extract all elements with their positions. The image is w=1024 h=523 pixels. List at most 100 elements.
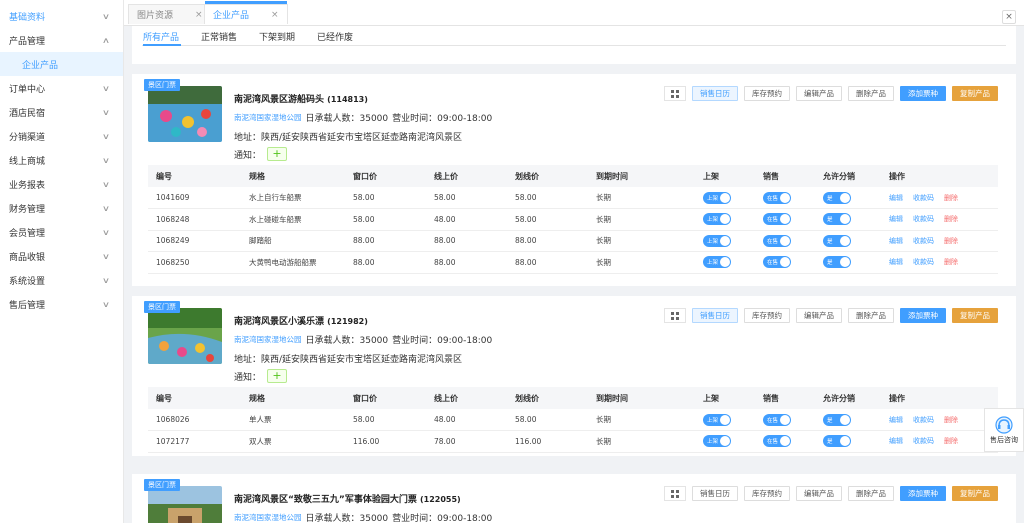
- sale-toggle[interactable]: 在售: [763, 213, 791, 226]
- after-sales-consult-button[interactable]: 售后咨询: [984, 408, 1024, 452]
- delete-product-button[interactable]: 删除产品: [848, 86, 894, 101]
- copy-product-button[interactable]: 复制产品: [952, 308, 998, 323]
- delete-product-button[interactable]: 删除产品: [848, 486, 894, 501]
- distribution-toggle[interactable]: 是: [823, 256, 851, 269]
- cell-expire: 长期: [588, 208, 695, 231]
- payment-code-link[interactable]: 收款码: [913, 215, 934, 223]
- on-shelf-toggle[interactable]: 上架: [703, 413, 731, 426]
- add-ticket-type-button[interactable]: 添加票种: [900, 486, 946, 501]
- park-link[interactable]: 南泥湾国家湿地公园: [234, 334, 302, 345]
- subtab-all[interactable]: 所有产品: [143, 30, 179, 43]
- sales-calendar-button[interactable]: 销售日历: [692, 486, 738, 501]
- close-icon[interactable]: ×: [195, 10, 203, 20]
- product-card: 景区门票 南泥湾风景区小溪乐漂 (121982) 南泥湾国家湿地公园 日承载人数：…: [132, 296, 1016, 456]
- sidebar-item-reports[interactable]: 业务报表 ∨: [0, 172, 123, 196]
- delete-link[interactable]: 删除: [944, 237, 958, 245]
- sales-calendar-button[interactable]: 销售日历: [692, 86, 738, 101]
- inventory-booking-button[interactable]: 库存预约: [744, 486, 790, 501]
- sidebar-item-members[interactable]: 会员管理 ∨: [0, 220, 123, 244]
- sale-toggle[interactable]: 在售: [763, 256, 791, 269]
- qrcode-icon[interactable]: [664, 86, 686, 101]
- payment-code-link[interactable]: 收款码: [913, 194, 934, 202]
- qrcode-icon[interactable]: [664, 486, 686, 501]
- product-image[interactable]: [148, 486, 222, 523]
- distribution-toggle[interactable]: 是: [823, 191, 851, 204]
- payment-code-link[interactable]: 收款码: [913, 258, 934, 266]
- on-shelf-toggle[interactable]: 上架: [703, 191, 731, 204]
- sale-toggle[interactable]: 在售: [763, 191, 791, 204]
- sidebar-item-enterprise-products[interactable]: 企业产品: [0, 52, 123, 76]
- sales-calendar-button[interactable]: 销售日历: [692, 308, 738, 323]
- sale-toggle[interactable]: 在售: [763, 413, 791, 426]
- product-filter-tabs: 所有产品 正常销售 下架到期 已经作废: [132, 26, 1016, 64]
- product-id: (114813): [327, 95, 368, 104]
- sidebar-item-settings[interactable]: 系统设置 ∨: [0, 268, 123, 292]
- sidebar-item-finance[interactable]: 财务管理 ∨: [0, 196, 123, 220]
- subtab-on-sale[interactable]: 正常销售: [201, 30, 237, 43]
- add-ticket-type-button[interactable]: 添加票种: [900, 308, 946, 323]
- subtab-expired[interactable]: 下架到期: [259, 30, 295, 43]
- qrcode-icon[interactable]: [664, 308, 686, 323]
- on-shelf-toggle[interactable]: 上架: [703, 256, 731, 269]
- park-link[interactable]: 南泥湾国家湿地公园: [234, 112, 302, 123]
- on-shelf-toggle[interactable]: 上架: [703, 234, 731, 247]
- delete-link[interactable]: 删除: [944, 416, 958, 424]
- sidebar-item-cashier[interactable]: 商品收银 ∨: [0, 244, 123, 268]
- distribution-toggle[interactable]: 是: [823, 234, 851, 247]
- delete-link[interactable]: 删除: [944, 215, 958, 223]
- delete-link[interactable]: 删除: [944, 437, 958, 445]
- delete-product-button[interactable]: 删除产品: [848, 308, 894, 323]
- product-image[interactable]: [148, 308, 222, 364]
- sale-toggle[interactable]: 在售: [763, 234, 791, 247]
- inventory-booking-button[interactable]: 库存预约: [744, 308, 790, 323]
- sidebar-item-after-sales[interactable]: 售后管理 ∨: [0, 292, 123, 316]
- delete-link[interactable]: 删除: [944, 194, 958, 202]
- tab-image-resources[interactable]: 图片资源 ×: [128, 4, 212, 24]
- sidebar-item-basic-data[interactable]: 基础资料 ∨: [0, 4, 123, 28]
- cell-strike-price: 58.00: [507, 409, 588, 431]
- payment-code-link[interactable]: 收款码: [913, 437, 934, 445]
- edit-product-button[interactable]: 编辑产品: [796, 486, 842, 501]
- tab-enterprise-products[interactable]: 企业产品 ×: [204, 1, 288, 24]
- sidebar-item-orders[interactable]: 订单中心 ∨: [0, 76, 123, 100]
- on-shelf-toggle[interactable]: 上架: [703, 213, 731, 226]
- sale-toggle[interactable]: 在售: [763, 435, 791, 448]
- edit-product-button[interactable]: 编辑产品: [796, 86, 842, 101]
- chevron-down-icon: ∨: [101, 131, 111, 141]
- product-address: 地址：陕西/延安陕西省延安市宝塔区延壶路南泥湾风景区: [234, 355, 463, 365]
- payment-code-link[interactable]: 收款码: [913, 237, 934, 245]
- sidebar-item-product-management[interactable]: 产品管理 ∧: [0, 28, 123, 52]
- close-all-tabs-button[interactable]: ×: [1002, 10, 1016, 24]
- cell-strike-price: 116.00: [507, 430, 588, 453]
- edit-link[interactable]: 编辑: [889, 437, 903, 445]
- distribution-toggle[interactable]: 是: [823, 435, 851, 448]
- edit-link[interactable]: 编辑: [889, 194, 903, 202]
- add-notice-button[interactable]: +: [267, 147, 288, 161]
- edit-link[interactable]: 编辑: [889, 416, 903, 424]
- product-image[interactable]: [148, 86, 222, 142]
- copy-product-button[interactable]: 复制产品: [952, 86, 998, 101]
- product-name: 南泥湾风景区小溪乐漂: [234, 317, 325, 327]
- cell-window-price: 88.00: [345, 251, 426, 274]
- edit-product-button[interactable]: 编辑产品: [796, 308, 842, 323]
- edit-link[interactable]: 编辑: [889, 237, 903, 245]
- edit-link[interactable]: 编辑: [889, 258, 903, 266]
- on-shelf-toggle[interactable]: 上架: [703, 435, 731, 448]
- payment-code-link[interactable]: 收款码: [913, 416, 934, 424]
- sidebar-item-distribution[interactable]: 分销渠道 ∨: [0, 124, 123, 148]
- edit-link[interactable]: 编辑: [889, 215, 903, 223]
- sidebar-item-hotels[interactable]: 酒店民宿 ∨: [0, 100, 123, 124]
- distribution-toggle[interactable]: 是: [823, 213, 851, 226]
- park-link[interactable]: 南泥湾国家湿地公园: [234, 512, 302, 523]
- subtab-voided[interactable]: 已经作废: [317, 30, 353, 43]
- sidebar-item-online-mall[interactable]: 线上商城 ∨: [0, 148, 123, 172]
- copy-product-button[interactable]: 复制产品: [952, 486, 998, 501]
- close-icon[interactable]: ×: [271, 10, 279, 20]
- add-notice-button[interactable]: +: [267, 369, 288, 383]
- distribution-toggle[interactable]: 是: [823, 413, 851, 426]
- add-ticket-type-button[interactable]: 添加票种: [900, 86, 946, 101]
- inventory-booking-button[interactable]: 库存预约: [744, 86, 790, 101]
- product-actions: 销售日历 库存预约 编辑产品 删除产品 添加票种 复制产品: [664, 308, 998, 323]
- product-meta: 南泥湾国家湿地公园 日承载人数：35000 营业时间：09:00-18:00: [234, 511, 492, 523]
- delete-link[interactable]: 删除: [944, 258, 958, 266]
